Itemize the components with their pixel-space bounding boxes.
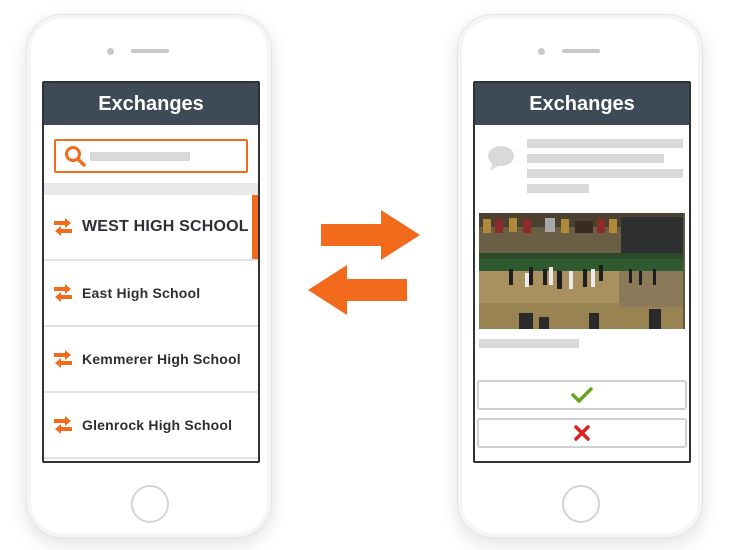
- home-button[interactable]: [562, 485, 600, 523]
- page-title: Exchanges: [529, 92, 635, 115]
- approve-button[interactable]: [477, 380, 687, 410]
- phone-right: Exchanges: [457, 14, 703, 538]
- exchange-detail-screen: Exchanges: [473, 81, 691, 463]
- basketball-court-image: [479, 213, 683, 329]
- school-item-kemmerer-high[interactable]: Kemmerer High School: [44, 327, 258, 393]
- school-label: WEST HIGH SCHOOL: [82, 218, 249, 235]
- school-item-glenrock-high[interactable]: Glenrock High School: [44, 393, 258, 459]
- reject-button[interactable]: [477, 418, 687, 448]
- checkmark-icon: [571, 387, 593, 403]
- speaker: [562, 49, 600, 53]
- school-label: Glenrock High School: [82, 417, 233, 433]
- camera: [538, 48, 545, 55]
- home-button[interactable]: [131, 485, 169, 523]
- header: Exchanges: [44, 83, 258, 125]
- camera: [107, 48, 114, 55]
- search-placeholder: [90, 151, 190, 161]
- page-title: Exchanges: [98, 92, 204, 115]
- swap-arrows-icon: [54, 284, 72, 302]
- caption-placeholder: [479, 339, 579, 348]
- x-icon: [574, 425, 590, 441]
- school-label: East High School: [82, 285, 201, 301]
- divider: [44, 183, 258, 195]
- header: Exchanges: [475, 83, 689, 125]
- post-item: [475, 125, 689, 199]
- school-label: Kemmerer High School: [82, 351, 241, 367]
- text-line: [527, 154, 665, 163]
- swap-arrows-icon: [54, 350, 72, 368]
- school-item-east-high[interactable]: East High School: [44, 261, 258, 327]
- text-line: [527, 184, 590, 193]
- post-text-placeholder: [527, 139, 683, 199]
- school-item-west-high[interactable]: WEST HIGH SCHOOL: [44, 195, 258, 261]
- phone-left: Exchanges WEST HIGH SCHOOL East High Sch…: [26, 14, 272, 538]
- text-line: [527, 139, 683, 148]
- search-input[interactable]: [54, 139, 248, 173]
- speech-bubble-icon: [488, 146, 514, 171]
- exchanges-list-screen: Exchanges WEST HIGH SCHOOL East High Sch…: [42, 81, 260, 463]
- swap-arrows-icon: [54, 218, 72, 236]
- speaker: [131, 49, 169, 53]
- exchange-arrows-icon: [308, 210, 420, 315]
- search-icon: [65, 146, 86, 167]
- text-line: [527, 169, 683, 178]
- swap-arrows-icon: [54, 416, 72, 434]
- search-area: [44, 125, 258, 183]
- game-photo[interactable]: [479, 213, 685, 329]
